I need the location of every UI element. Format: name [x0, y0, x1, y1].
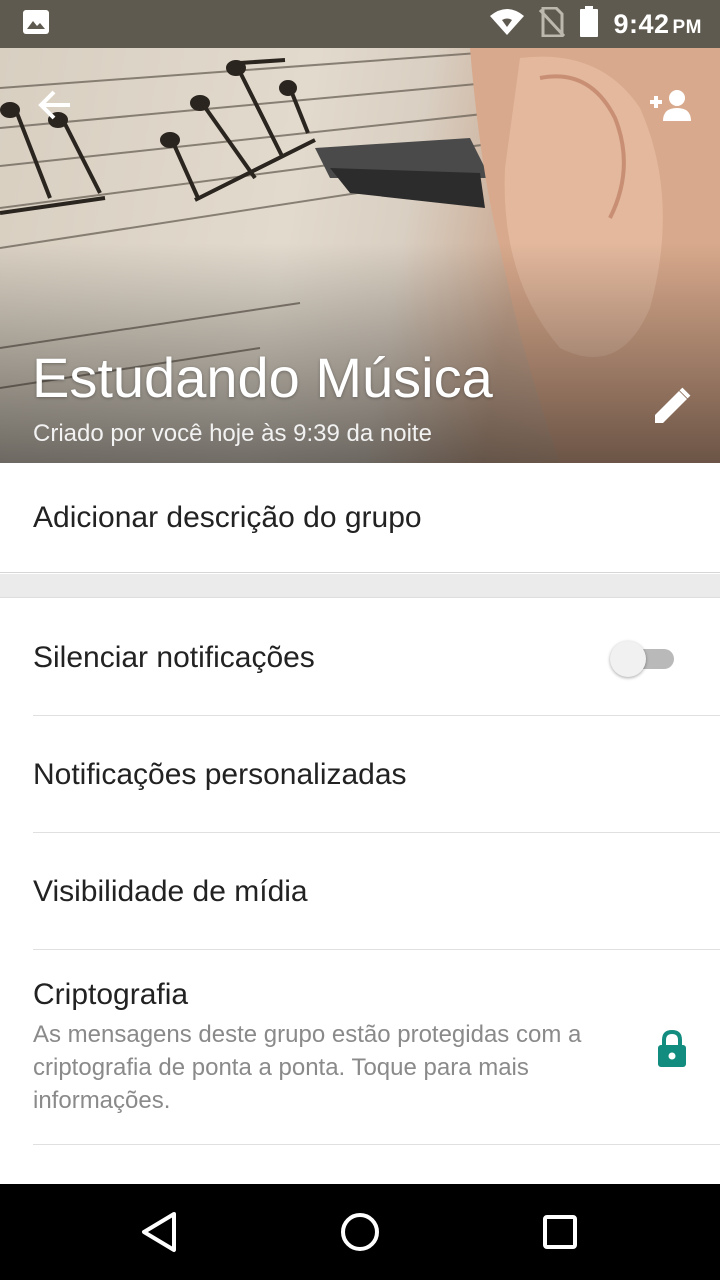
media-visibility-label: Visibilidade de mídia	[33, 874, 308, 908]
custom-notifications-row[interactable]: Notificações personalizadas	[0, 716, 720, 833]
nav-back-button[interactable]	[136, 1208, 184, 1256]
add-person-icon	[650, 90, 691, 121]
settings-list: Silenciar notificações Notificações pers…	[0, 599, 720, 1145]
back-arrow-icon	[38, 90, 70, 120]
encryption-row[interactable]: Criptografia As mensagens deste grupo es…	[0, 950, 720, 1145]
encryption-description: As mensagens deste grupo estão protegida…	[33, 1021, 582, 1114]
nav-recent-button[interactable]	[536, 1208, 584, 1256]
mute-notifications-label: Silenciar notificações	[33, 640, 315, 674]
lock-icon	[658, 1030, 686, 1067]
add-description-row[interactable]: Adicionar descrição do grupo	[0, 463, 720, 573]
edit-group-name-button[interactable]	[646, 380, 698, 432]
pencil-icon	[655, 387, 691, 423]
mute-toggle[interactable]	[610, 641, 674, 677]
section-gap	[0, 574, 720, 598]
no-sim-icon	[539, 6, 566, 42]
wifi-icon	[489, 8, 525, 41]
nav-recent-icon	[543, 1215, 577, 1249]
navigation-bar	[0, 1184, 720, 1280]
image-icon	[22, 9, 50, 40]
group-created-info: Criado por você hoje às 9:39 da noite	[33, 420, 432, 447]
status-bar: 9:42 PM	[0, 0, 720, 48]
group-header: Estudando Música Criado por você hoje às…	[0, 48, 720, 463]
group-title: Estudando Música	[32, 346, 493, 409]
toggle-thumb	[610, 641, 646, 677]
nav-home-icon	[341, 1213, 379, 1251]
nav-back-icon	[142, 1212, 176, 1252]
divider	[33, 1144, 720, 1145]
add-description-label: Adicionar descrição do grupo	[33, 500, 422, 534]
battery-icon	[579, 5, 599, 43]
status-time: 9:42 PM	[613, 8, 702, 39]
back-button[interactable]	[30, 80, 80, 130]
media-visibility-row[interactable]: Visibilidade de mídia	[0, 833, 720, 950]
encryption-label: Criptografia	[33, 978, 189, 1011]
nav-home-button[interactable]	[336, 1208, 384, 1256]
mute-notifications-row[interactable]: Silenciar notificações	[0, 599, 720, 716]
custom-notifications-label: Notificações personalizadas	[33, 757, 407, 791]
add-participant-button[interactable]	[642, 80, 698, 130]
